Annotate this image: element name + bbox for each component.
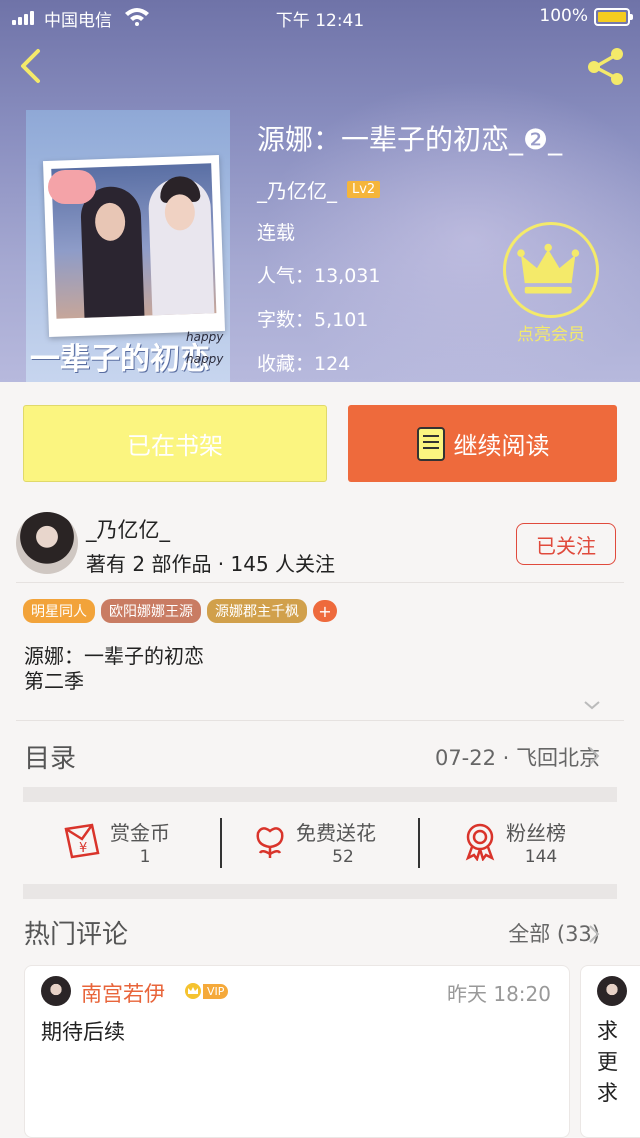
book-header: 中国电信 下午 12:41 100% 一辈子的初恋 happy happy 源娜… — [0, 0, 640, 382]
tag-item[interactable]: 明星同人 — [23, 599, 95, 623]
vip-label[interactable]: 点亮会员 — [493, 320, 609, 345]
flower-icon — [256, 827, 284, 858]
level-badge: Lv2 — [347, 181, 381, 198]
svg-text:¥: ¥ — [79, 841, 87, 856]
tag-item[interactable]: 欧阳娜娜王源 — [101, 599, 201, 623]
book-author[interactable]: _乃亿亿_ — [257, 175, 337, 204]
fan-ranking-button[interactable]: 粉丝榜 144 — [460, 815, 600, 875]
battery-icon — [594, 8, 633, 26]
comment-card[interactable]: 求更求 — [580, 965, 640, 1138]
section-separator — [23, 884, 617, 899]
medal-icon — [465, 823, 495, 861]
vip-badge-text: VIP — [203, 983, 229, 999]
comment-card[interactable]: 南宫若伊 VIP 昨天 18:20 期待后续 — [24, 965, 570, 1138]
status-bar: 中国电信 下午 12:41 100% — [0, 0, 640, 34]
vip-crown-icon — [185, 983, 201, 999]
book-title: 源娜：一辈子的初恋_❷_ — [257, 123, 563, 156]
follow-button[interactable]: 已关注 — [516, 523, 616, 565]
vip-badge: VIP — [183, 982, 229, 1000]
section-separator — [23, 787, 617, 802]
cover-stamp: happy happy — [186, 330, 224, 366]
crown-icon — [517, 243, 580, 294]
continue-reading-button[interactable]: 继续阅读 — [348, 405, 617, 482]
book-author-row[interactable]: _乃亿亿_ Lv2 — [257, 175, 381, 204]
divider — [220, 818, 222, 868]
divider — [16, 720, 624, 721]
free-flowers-label: 免费送花 — [296, 821, 376, 845]
expand-chevron-icon[interactable] — [582, 698, 602, 712]
description-line: 第二季 — [24, 669, 84, 693]
reward-coins-button[interactable]: ¥ 赏金币 1 — [60, 815, 210, 875]
battery-percent: 100% — [539, 6, 588, 26]
book-favorites: 收藏：124 — [257, 353, 351, 375]
share-icon[interactable] — [584, 46, 628, 86]
free-flowers-button[interactable]: 免费送花 52 — [250, 815, 410, 875]
reward-coins-count: 1 — [139, 847, 151, 867]
book-status: 连载 — [257, 222, 296, 244]
latest-chapter[interactable]: 07-22 · 飞回北京 — [435, 742, 600, 772]
all-comments-link[interactable]: 全部 (33) — [508, 918, 600, 948]
description-line: 源娜：一辈子的初恋 — [24, 644, 204, 668]
in-shelf-button[interactable]: 已在书架 — [23, 405, 327, 482]
book-description: 源娜：一辈子的初恋 第二季 — [24, 644, 204, 694]
chevron-right-icon[interactable] — [588, 924, 600, 944]
book-popularity: 人气：13,031 — [257, 265, 381, 287]
vip-crown-button[interactable] — [503, 222, 599, 318]
add-tag-button[interactable]: + — [313, 600, 337, 622]
author-name[interactable]: _乃亿亿_ — [86, 514, 170, 544]
reward-coins-label: 赏金币 — [110, 821, 170, 845]
book-icon — [416, 426, 445, 461]
fan-ranking-label: 粉丝榜 — [506, 821, 566, 845]
book-cover[interactable]: 一辈子的初恋 happy happy — [26, 110, 230, 382]
red-envelope-icon: ¥ — [64, 823, 100, 859]
free-flowers-count: 52 — [332, 847, 354, 867]
comment-text: 求更求 — [597, 1019, 618, 1105]
in-shelf-label: 已在书架 — [127, 432, 223, 460]
commenter-avatar[interactable] — [597, 976, 627, 1006]
divider — [16, 582, 624, 583]
author-avatar[interactable] — [16, 512, 78, 574]
follow-label: 已关注 — [536, 533, 596, 558]
commenter-avatar[interactable] — [41, 976, 71, 1006]
chevron-right-icon[interactable] — [588, 746, 600, 766]
comment-time: 昨天 18:20 — [447, 982, 551, 1006]
book-word-count: 字数：5,101 — [257, 309, 369, 331]
toc-label[interactable]: 目录 — [24, 738, 76, 775]
continue-reading-label: 继续阅读 — [453, 432, 550, 460]
fan-ranking-count: 144 — [524, 847, 558, 867]
cover-cloud-sticker — [48, 170, 96, 204]
hot-comments-title: 热门评论 — [24, 920, 129, 950]
divider — [418, 818, 420, 868]
commenter-name[interactable]: 南宫若伊 — [81, 978, 165, 1008]
comment-text: 期待后续 — [41, 1020, 125, 1044]
tag-item[interactable]: 源娜郡主千枫 — [207, 599, 307, 623]
author-stats: 著有 2 部作品 · 145 人关注 — [86, 552, 336, 576]
back-arrow-icon[interactable] — [14, 46, 50, 86]
tag-list: 明星同人 欧阳娜娜王源 源娜郡主千枫 + — [23, 599, 337, 623]
